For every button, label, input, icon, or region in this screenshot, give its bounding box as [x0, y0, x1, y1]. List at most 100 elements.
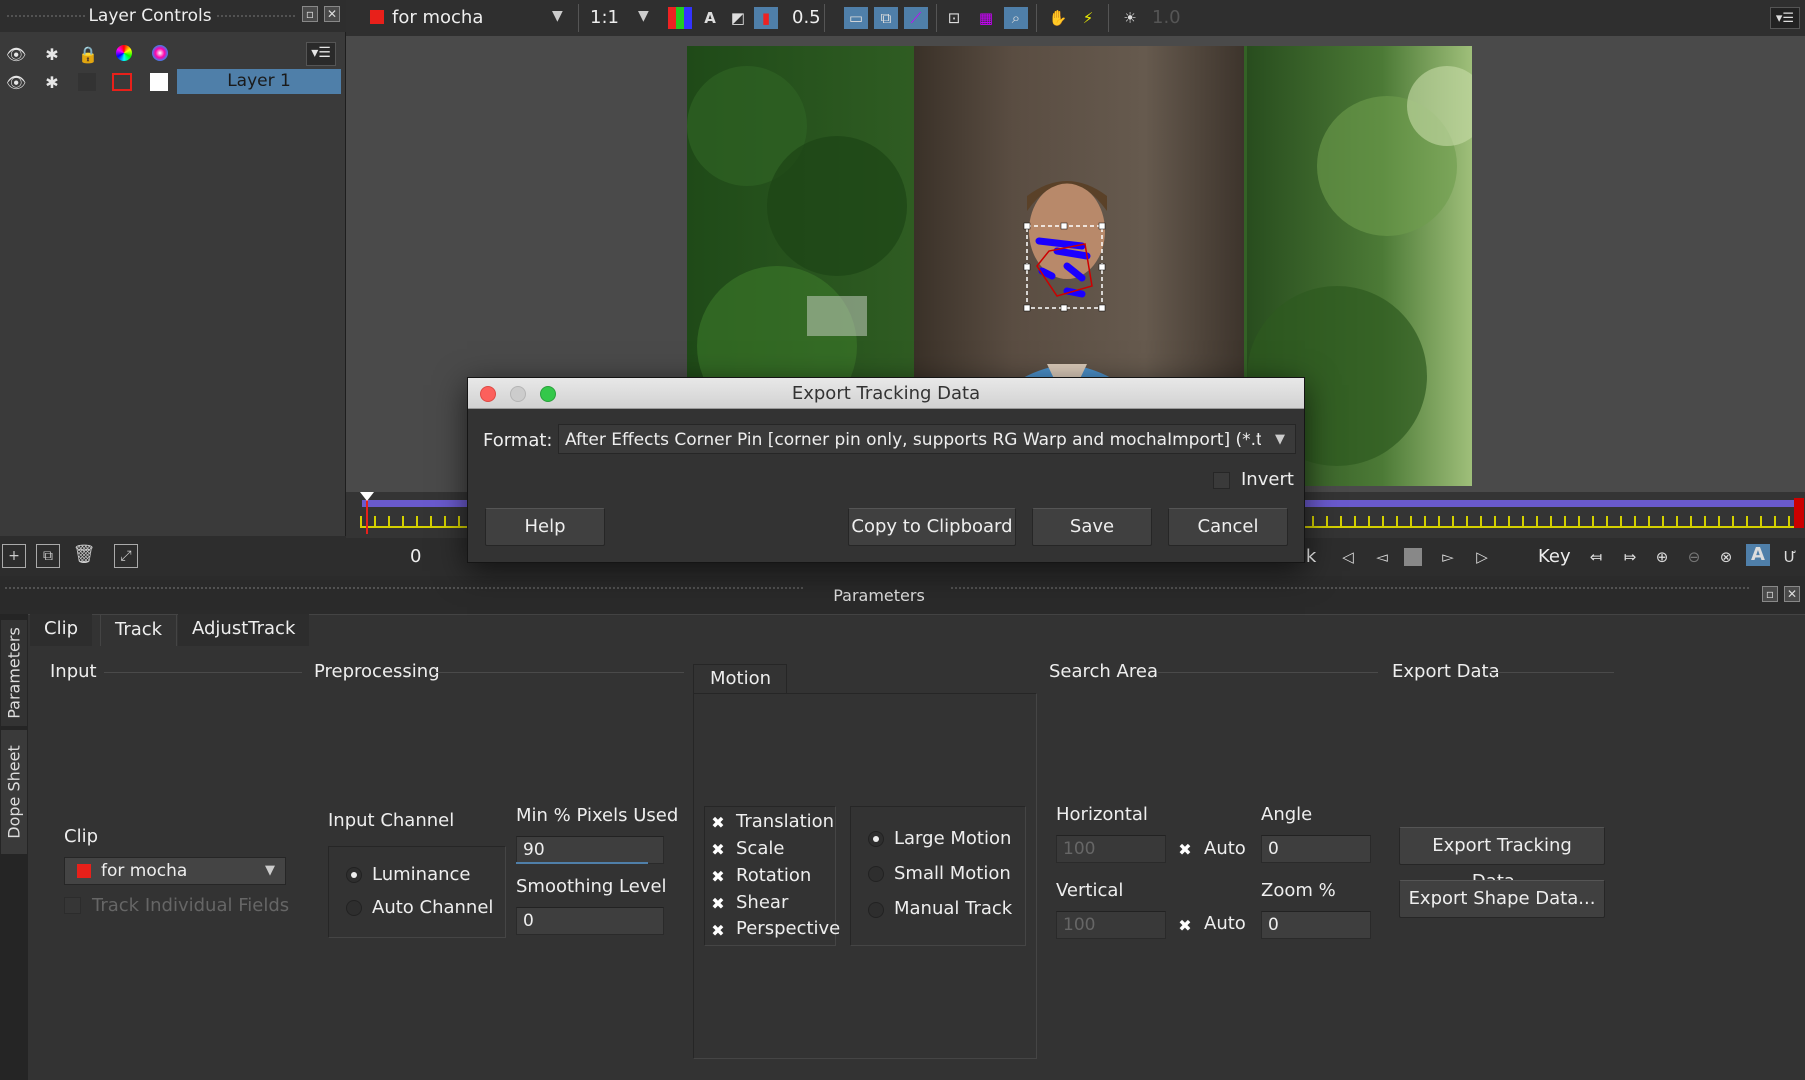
matte-icon[interactable]: ▮ [754, 7, 778, 29]
viewer-mode-icon[interactable]: ▭ [844, 7, 868, 29]
angle-input[interactable]: 0 [1261, 835, 1371, 863]
invert-checkbox[interactable] [1213, 472, 1230, 489]
small-motion-label: Small Motion [894, 863, 1011, 884]
matte-color-icon[interactable] [150, 45, 170, 65]
min-pixels-slider[interactable] [516, 862, 648, 864]
float-panel-icon[interactable]: ▫ [302, 6, 318, 22]
playhead[interactable] [366, 496, 368, 534]
layer-color-swatch[interactable] [112, 73, 132, 91]
translation-label: Translation [736, 811, 835, 832]
scale-checkbox[interactable]: ✖ [710, 842, 726, 858]
magnifier-icon[interactable]: ⌕ [1004, 7, 1028, 29]
tab-clip[interactable]: Clip [30, 614, 92, 646]
layer-menu-icon[interactable]: ▾☰ [306, 42, 336, 66]
matte-swatch[interactable] [150, 73, 168, 91]
tab-adjusttrack[interactable]: AdjustTrack [178, 614, 310, 646]
new-layer-icon[interactable]: + [2, 544, 26, 568]
format-label: Format: [483, 430, 553, 451]
gear-icon[interactable]: ✱ [42, 73, 62, 93]
fit-view-icon[interactable]: ⤢ [114, 544, 138, 568]
translation-checkbox[interactable]: ✖ [710, 815, 726, 831]
small-motion-radio[interactable] [868, 866, 884, 882]
rotation-checkbox[interactable]: ✖ [710, 869, 726, 885]
smoothing-level-input[interactable]: 0 [516, 907, 664, 935]
format-dropdown[interactable]: After Effects Corner Pin [corner pin onl… [558, 424, 1296, 454]
step-back-icon[interactable]: ◁ [1336, 546, 1360, 568]
tab-track[interactable]: Track [100, 614, 178, 646]
clip-dropdown[interactable]: for mocha ▼ [64, 857, 286, 885]
chevron-down-icon[interactable]: ▼ [552, 8, 563, 24]
angle-label: Angle [1261, 804, 1313, 825]
hand-tool-icon[interactable]: ✋ [1046, 7, 1070, 29]
track-individual-fields-checkbox[interactable] [64, 897, 81, 914]
perspective-checkbox[interactable]: ✖ [710, 923, 726, 939]
side-tab-parameters[interactable]: Parameters [1, 620, 27, 726]
prev-frame-icon[interactable]: ◅ [1370, 546, 1394, 568]
export-shape-data-button[interactable]: Export Shape Data... [1399, 880, 1605, 918]
track-individual-fields-label: Track Individual Fields [92, 895, 290, 916]
surface-icon[interactable]: ⊡ [942, 7, 966, 29]
zoom-select[interactable]: 1:1 [590, 7, 619, 28]
prev-key-icon[interactable]: ⤆ [1584, 546, 1608, 568]
lock-icon[interactable]: 🔒 [78, 45, 98, 65]
trash-icon[interactable]: 🗑 [72, 544, 96, 568]
luminance-radio[interactable] [346, 867, 362, 883]
next-key-icon[interactable]: ⤇ [1618, 546, 1642, 568]
lock-toggle[interactable] [78, 73, 96, 91]
dialog-titlebar[interactable]: Export Tracking Data [468, 378, 1304, 409]
add-key-icon[interactable]: ⊕ [1650, 546, 1674, 568]
rgb-channel-icon[interactable] [668, 7, 692, 29]
overlay-icon[interactable]: ◩ [726, 7, 750, 29]
magnet-icon[interactable]: Ư [1778, 546, 1802, 568]
viewer-menu-icon[interactable]: ▾☰ [1770, 7, 1800, 29]
section-input: Input [50, 661, 97, 682]
playhead-handle-icon[interactable] [360, 492, 374, 501]
clip-select[interactable]: for mocha [392, 7, 483, 28]
brightness-icon[interactable]: ☀ [1118, 7, 1142, 29]
auto-channel-radio[interactable] [346, 900, 362, 916]
large-motion-radio[interactable] [868, 831, 884, 847]
visibility-eye-icon[interactable]: 👁 [6, 45, 26, 65]
color-wheel-icon[interactable] [114, 45, 134, 65]
layer-name[interactable]: Layer 1 [177, 69, 341, 94]
tab-motion[interactable]: Motion [693, 664, 787, 694]
export-tracking-data-button[interactable]: Export Tracking Data... [1399, 827, 1605, 892]
track-path-icon[interactable]: ⚡ [1076, 7, 1100, 29]
export-tracking-dialog: Export Tracking Data Format: After Effec… [467, 377, 1305, 563]
close-panel-icon[interactable]: ✕ [324, 6, 340, 22]
shear-checkbox[interactable]: ✖ [710, 896, 726, 912]
spline-view-icon[interactable]: ⟋ [904, 7, 928, 29]
float-panel-icon[interactable]: ▫ [1762, 586, 1778, 602]
vertical-input[interactable]: 100 [1056, 911, 1166, 939]
layer-row[interactable]: 👁 ✱ Layer 1 [0, 68, 342, 96]
side-tab-dope-sheet[interactable]: Dope Sheet [1, 730, 27, 854]
manual-track-radio[interactable] [868, 902, 884, 918]
vertical-auto-checkbox[interactable]: ✖ [1177, 918, 1193, 934]
zoom-input[interactable]: 0 [1261, 911, 1371, 939]
min-pixels-input[interactable]: 90 [516, 836, 664, 864]
help-button[interactable]: Help [485, 508, 605, 546]
alpha-channel-icon[interactable]: A [698, 7, 722, 29]
horizontal-auto-checkbox[interactable]: ✖ [1177, 842, 1193, 858]
copy-to-clipboard-button[interactable]: Copy to Clipboard [848, 508, 1016, 546]
chevron-down-icon[interactable]: ▼ [638, 8, 649, 24]
delete-key-icon[interactable]: ⊖ [1682, 546, 1706, 568]
next-frame-icon[interactable]: ▻ [1436, 546, 1460, 568]
grid-icon[interactable]: ▦ [974, 7, 998, 29]
gear-icon[interactable]: ✱ [42, 45, 62, 65]
opacity-value[interactable]: 0.5 [792, 7, 821, 28]
close-panel-icon[interactable]: ✕ [1784, 586, 1800, 602]
save-button[interactable]: Save [1032, 508, 1152, 546]
exposure-value[interactable]: 1.0 [1152, 7, 1181, 28]
play-icon[interactable]: ▷ [1470, 546, 1494, 568]
stack-view-icon[interactable]: ⧉ [874, 7, 898, 29]
duplicate-layer-icon[interactable]: ⧉ [36, 544, 60, 568]
horizontal-input[interactable]: 100 [1056, 835, 1166, 863]
stop-icon[interactable] [1404, 548, 1422, 566]
cancel-button[interactable]: Cancel [1168, 508, 1288, 546]
autokey-icon[interactable]: A [1746, 544, 1770, 566]
visibility-eye-icon[interactable]: 👁 [6, 73, 26, 93]
delete-all-keys-icon[interactable]: ⊗ [1714, 546, 1738, 568]
out-point-marker[interactable] [1794, 498, 1804, 528]
frame-counter[interactable]: 0 [410, 546, 421, 567]
